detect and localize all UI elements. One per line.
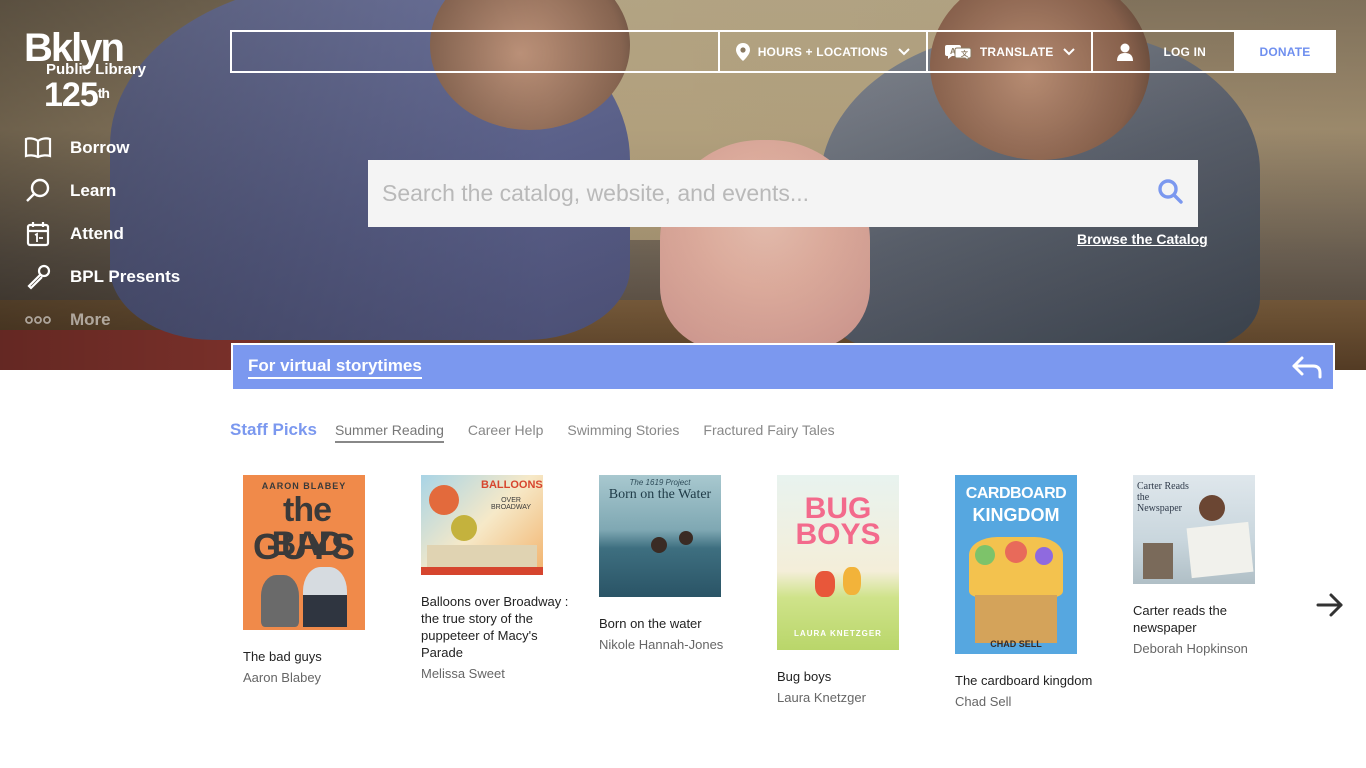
- book-title[interactable]: The bad guys: [243, 648, 393, 665]
- nav-item-learn[interactable]: Learn: [24, 169, 180, 212]
- book-card-bug-boys[interactable]: BUG BOYS LAURA KNETZGER Bug boys Laura K…: [777, 475, 927, 706]
- donate-label: DONATE: [1259, 44, 1311, 59]
- browse-catalog-link[interactable]: Browse the Catalog: [1077, 231, 1208, 247]
- nav-label: More: [70, 309, 111, 329]
- book-cover[interactable]: AARON BLABEY the BAD GUYS: [243, 475, 365, 630]
- login-button[interactable]: LOG IN: [1091, 32, 1234, 71]
- book-author: Nikole Hannah-Jones: [599, 637, 724, 652]
- virtual-storytimes-banner: For virtual storytimes: [231, 343, 1335, 391]
- user-icon: [1117, 43, 1134, 61]
- dots-icon: [24, 306, 52, 334]
- tab-summer-reading[interactable]: Summer Reading: [334, 422, 444, 443]
- book-cover[interactable]: CARDBOARD KINGDOM CHAD SELL: [955, 475, 1077, 654]
- hours-locations-button[interactable]: HOURS + LOCATIONS: [717, 32, 926, 71]
- login-label: LOG IN: [1163, 44, 1206, 59]
- svg-text:A: A: [950, 47, 956, 56]
- translate-icon: A文: [944, 43, 972, 61]
- svg-text:文: 文: [961, 49, 969, 58]
- logo-line3: 125th: [44, 76, 110, 114]
- nav-item-more[interactable]: More: [24, 298, 180, 341]
- return-arrow-icon[interactable]: [1291, 355, 1323, 379]
- utility-bar: HOURS + LOCATIONS A文 TRANSLATE LOG IN DO…: [230, 30, 1336, 73]
- search-icon: [1157, 178, 1183, 209]
- translate-label: TRANSLATE: [979, 44, 1054, 59]
- book-author: Deborah Hopkinson: [1133, 641, 1248, 656]
- carousel-next-arrow-icon[interactable]: [1316, 592, 1344, 623]
- book-card-carter-reads-the-newspaper[interactable]: Carter Reads the Newspaper Carter reads …: [1133, 475, 1283, 657]
- book-author: Melissa Sweet: [421, 666, 505, 681]
- book-cover[interactable]: BUG BOYS LAURA KNETZGER: [777, 475, 899, 650]
- book-icon: [24, 134, 52, 162]
- nav-label: BPL Presents: [70, 266, 181, 286]
- chevron-down-icon: [1063, 47, 1076, 56]
- search-button[interactable]: [1142, 160, 1198, 227]
- nav-item-bpl-presents[interactable]: BPL Presents: [24, 255, 180, 298]
- book-author: Laura Knetzger: [777, 690, 866, 705]
- book-title[interactable]: Balloons over Broadway : the true story …: [421, 593, 571, 661]
- book-title[interactable]: Carter reads the newspaper: [1133, 602, 1283, 636]
- hours-label: HOURS + LOCATIONS: [757, 44, 888, 59]
- staff-picks-tabs: Staff Picks Summer Reading Career Help S…: [230, 420, 859, 443]
- tab-staff-picks[interactable]: Staff Picks: [230, 420, 317, 443]
- book-author: Aaron Blabey: [243, 670, 322, 685]
- book-title[interactable]: Born on the water: [599, 615, 749, 632]
- nav-item-attend[interactable]: Attend: [24, 212, 180, 255]
- nav-label: Learn: [70, 180, 117, 200]
- main-nav: Borrow Learn Attend BPL Presents More: [24, 126, 180, 341]
- book-cover[interactable]: The 1619 Project Born on the Water: [599, 475, 721, 597]
- book-author: Chad Sell: [955, 694, 1012, 709]
- microphone-icon: [24, 263, 52, 291]
- search-bar: [368, 160, 1198, 227]
- book-card-born-on-the-water[interactable]: The 1619 Project Born on the Water Born …: [599, 475, 749, 653]
- tab-swimming-stories[interactable]: Swimming Stories: [567, 422, 679, 441]
- book-cover[interactable]: BALLOONS OVER BROADWAY: [421, 475, 543, 575]
- donate-button[interactable]: DONATE: [1234, 32, 1334, 71]
- book-card-balloons-over-broadway[interactable]: BALLOONS OVER BROADWAY Balloons over Bro…: [421, 475, 571, 682]
- tab-career-help[interactable]: Career Help: [468, 422, 543, 441]
- search-input[interactable]: [368, 160, 1142, 227]
- chevron-down-icon: [898, 47, 910, 56]
- magnifier-icon: [24, 177, 52, 205]
- book-card-cardboard-kingdom[interactable]: CARDBOARD KINGDOM CHAD SELL The cardboar…: [955, 475, 1105, 710]
- book-cover[interactable]: Carter Reads the Newspaper: [1133, 475, 1255, 584]
- nav-item-borrow[interactable]: Borrow: [24, 126, 180, 169]
- nav-label: Borrow: [70, 137, 130, 157]
- bpl-logo[interactable]: Bklyn Public Library 125th: [24, 28, 164, 118]
- book-card-bad-guys[interactable]: AARON BLABEY the BAD GUYS The bad guys A…: [243, 475, 393, 686]
- book-title[interactable]: Bug boys: [777, 668, 927, 685]
- nav-label: Attend: [70, 223, 124, 243]
- tab-fractured-fairy-tales[interactable]: Fractured Fairy Tales: [703, 422, 834, 441]
- translate-button[interactable]: A文 TRANSLATE: [925, 32, 1092, 71]
- book-title[interactable]: The cardboard kingdom: [955, 672, 1105, 689]
- virtual-storytimes-link[interactable]: For virtual storytimes: [248, 356, 422, 379]
- calendar-icon: [24, 220, 52, 248]
- map-pin-icon: [735, 42, 750, 61]
